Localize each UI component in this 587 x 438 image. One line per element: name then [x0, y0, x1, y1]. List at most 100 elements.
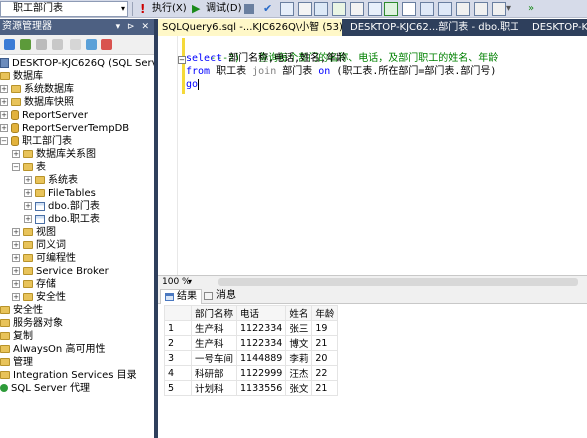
query-editor[interactable]: − ---2) 查询每个部门的名称、电话，及部门职工的姓名、年龄 select …: [158, 36, 587, 275]
query-options-icon[interactable]: [298, 2, 312, 16]
chevron-down-icon[interactable]: ▾: [188, 276, 192, 288]
expand-plus-icon[interactable]: +: [24, 202, 32, 210]
grid-cell[interactable]: 21: [311, 335, 339, 351]
tree-node-replication[interactable]: 复制: [0, 330, 33, 343]
parse-check-icon[interactable]: ✔: [263, 2, 277, 16]
tree-node-views[interactable]: + 视图: [12, 226, 56, 239]
zoom-level[interactable]: 100 %: [162, 276, 191, 288]
expand-plus-icon[interactable]: +: [12, 293, 20, 301]
expand-plus-icon[interactable]: +: [24, 189, 32, 197]
expand-plus-icon[interactable]: +: [12, 280, 20, 288]
tree-node-db-security[interactable]: + 安全性: [12, 291, 66, 304]
grid-cell[interactable]: 1122334: [236, 335, 287, 351]
tree-node-alwayson[interactable]: AlwaysOn 高可用性: [0, 343, 105, 356]
overflow-icon[interactable]: »: [528, 2, 542, 16]
grid-cell[interactable]: 博文: [285, 335, 313, 351]
grid-cell[interactable]: 21: [311, 380, 339, 396]
include-plan-icon[interactable]: [384, 2, 398, 16]
intellisense-icon[interactable]: [314, 2, 328, 16]
grid-cell[interactable]: 1122334: [236, 320, 287, 336]
tab-sqlquery6[interactable]: SQLQuery6.sql -...KJC626Q\小智 (53))*✕: [158, 19, 342, 36]
debug-button[interactable]: 调试(D): [206, 3, 242, 15]
tree-node-tables[interactable]: − 表: [12, 161, 46, 174]
tree-node-synonyms[interactable]: + 同义词: [12, 239, 66, 252]
expand-plus-icon[interactable]: +: [0, 98, 8, 106]
outdent-icon[interactable]: [456, 2, 470, 16]
tree-node-storage[interactable]: + 存储: [12, 278, 56, 291]
collapse-minus-icon[interactable]: −: [0, 137, 8, 145]
tree-node-programmability[interactable]: + 可编程性: [12, 252, 76, 265]
grid-cell[interactable]: 20: [311, 350, 339, 366]
database-selector[interactable]: 职工部门表 ▾: [0, 1, 128, 17]
expand-plus-icon[interactable]: +: [12, 267, 20, 275]
tab-results[interactable]: 结果: [160, 289, 202, 304]
connect-new-icon[interactable]: [20, 39, 31, 50]
chevron-down-icon[interactable]: ▾: [506, 2, 520, 16]
grid-cell[interactable]: 科研部: [190, 365, 238, 381]
tab-table-staff[interactable]: DESKTOP-KJC62...部门表 - dbo.职工表: [346, 19, 518, 36]
tree-node-reportserver[interactable]: + ReportServer: [0, 109, 88, 122]
results-to-file-icon[interactable]: [368, 2, 382, 16]
tree-node-server-objects[interactable]: 服务器对象: [0, 317, 63, 330]
tree-node-system-tables[interactable]: + 系统表: [24, 174, 78, 187]
stop-icon[interactable]: [52, 39, 63, 50]
refresh-icon[interactable]: [86, 39, 97, 50]
expand-plus-icon[interactable]: +: [12, 254, 20, 262]
expand-plus-icon[interactable]: +: [12, 241, 20, 249]
grid-corner[interactable]: [164, 305, 192, 321]
column-header[interactable]: 电话: [236, 305, 287, 321]
pane-controls-icon[interactable]: ▾ ⊳ ✕: [116, 19, 151, 35]
row-number[interactable]: 2: [164, 335, 192, 351]
row-number[interactable]: 3: [164, 350, 192, 366]
filter-icon[interactable]: [70, 39, 81, 50]
grid-cell[interactable]: 张文: [285, 380, 313, 396]
expand-plus-icon[interactable]: +: [0, 124, 8, 132]
row-number[interactable]: 1: [164, 320, 192, 336]
results-grid[interactable]: 部门名称 电话 姓名 年龄 1 生产科 1122334 张三 19 2 生产科 …: [164, 305, 339, 396]
expand-plus-icon[interactable]: +: [0, 111, 8, 119]
tree-node-db-staff[interactable]: − 职工部门表: [0, 135, 72, 148]
row-number[interactable]: 5: [164, 380, 192, 396]
column-header[interactable]: 年龄: [311, 305, 339, 321]
grid-cell[interactable]: 一号车间: [190, 350, 238, 366]
tab-messages[interactable]: 消息: [200, 289, 240, 304]
tree-node-table-staff[interactable]: + dbo.职工表: [24, 213, 100, 226]
expand-plus-icon[interactable]: +: [12, 228, 20, 236]
tree-node-system-databases[interactable]: + 系统数据库: [0, 83, 74, 96]
grid-cell[interactable]: 22: [311, 365, 339, 381]
expand-plus-icon[interactable]: +: [0, 85, 8, 93]
debug-play-icon[interactable]: ▶: [192, 2, 206, 16]
tree-node-sql-agent[interactable]: SQL Server 代理: [0, 382, 90, 395]
tree-node-security[interactable]: 安全性: [0, 304, 43, 317]
tree-node-db-snapshots[interactable]: + 数据库快照: [0, 96, 74, 109]
tree-node-management[interactable]: 管理: [0, 356, 33, 369]
tree-node-service-broker[interactable]: + Service Broker: [12, 265, 109, 278]
expand-plus-icon[interactable]: +: [24, 215, 32, 223]
tree-node-filetables[interactable]: + FileTables: [24, 187, 96, 200]
grid-cell[interactable]: 汪杰: [285, 365, 313, 381]
disconnect-icon[interactable]: [36, 39, 47, 50]
tree-node-databases[interactable]: 数据库: [0, 70, 43, 83]
grid-cell[interactable]: 张三: [285, 320, 313, 336]
grid-cell[interactable]: 19: [311, 320, 339, 336]
tree-node-server[interactable]: DESKTOP-KJC626Q (SQL Server 11.0.: [0, 57, 154, 70]
column-header[interactable]: 姓名: [285, 305, 313, 321]
connect-icon[interactable]: [4, 39, 15, 50]
execute-button[interactable]: 执行(X): [152, 3, 187, 15]
grid-cell[interactable]: 1144889: [236, 350, 287, 366]
column-header[interactable]: 部门名称: [190, 305, 238, 321]
grid-cell[interactable]: 计划科: [190, 380, 238, 396]
uncomment-icon[interactable]: [438, 2, 452, 16]
collapse-minus-icon[interactable]: −: [12, 163, 20, 171]
results-to-grid-icon[interactable]: [350, 2, 364, 16]
comment-icon[interactable]: [420, 2, 434, 16]
results-to-text-icon[interactable]: [332, 2, 346, 16]
grid-cell[interactable]: 李莉: [285, 350, 313, 366]
tab-table-dept[interactable]: DESKTOP-KJC6: [528, 19, 587, 36]
tree-node-diagrams[interactable]: + 数据库关系图: [12, 148, 96, 161]
tree-node-integration-services[interactable]: Integration Services 目录: [0, 369, 137, 382]
tree-node-reportservertempdb[interactable]: + ReportServerTempDB: [0, 122, 129, 135]
horizontal-scrollbar[interactable]: [218, 278, 578, 286]
row-number[interactable]: 4: [164, 365, 192, 381]
tree-node-table-dept[interactable]: + dbo.部门表: [24, 200, 100, 213]
